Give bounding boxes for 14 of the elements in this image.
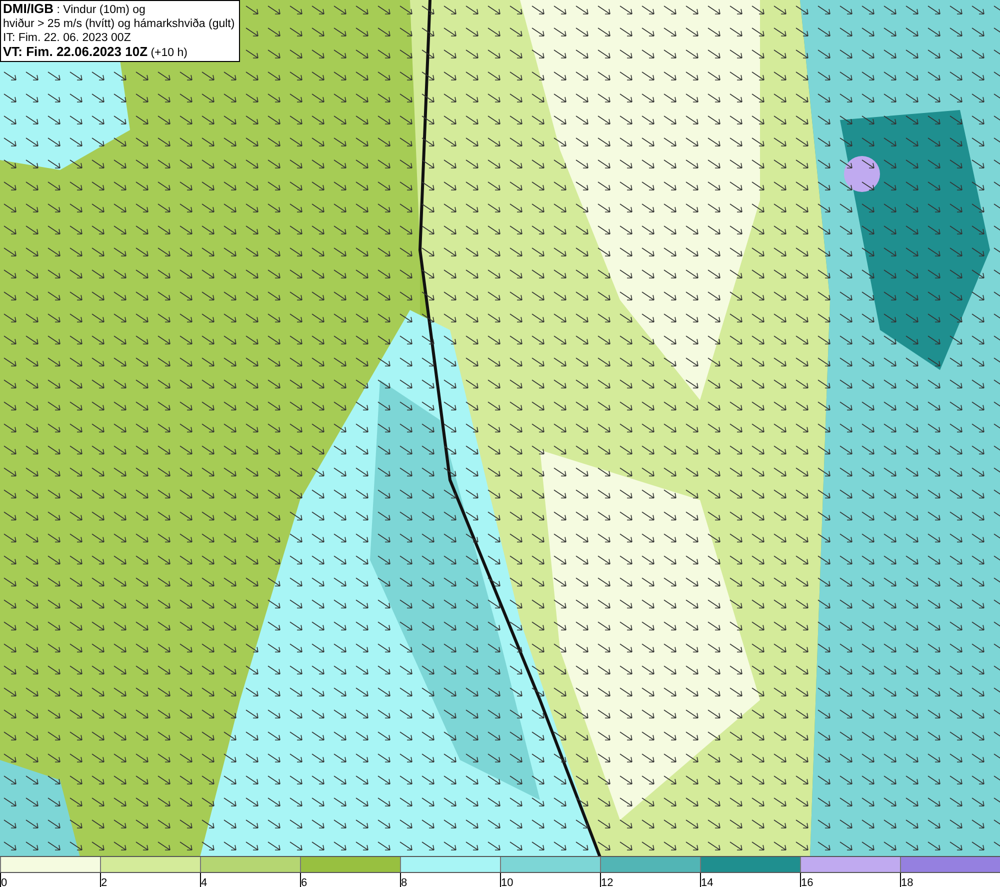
- legend-tick-label: 14: [701, 877, 714, 887]
- legend-tick-label: 10: [501, 877, 514, 887]
- title-line: VT: Fim. 22.06.2023 10Z (+10 h): [3, 45, 188, 60]
- legend-tick-label: 12: [601, 877, 614, 887]
- title-line: DMI/IGB : Vindur (10m) og: [3, 2, 146, 17]
- legend-tick-label: 4: [201, 877, 208, 887]
- legend-tick-label: 2: [101, 877, 108, 887]
- legend-tick-label: 18: [901, 877, 914, 887]
- title-line: IT: Fim. 22. 06. 2023 00Z: [3, 31, 132, 45]
- legend-tick-label: 6: [301, 877, 308, 887]
- legend-tick-label: 8: [401, 877, 408, 887]
- legend-tick-label: 0: [1, 877, 8, 887]
- legend-tick-label: 16: [801, 877, 814, 887]
- title-line: hviður > 25 m/s (hvítt) og hámarkshviða (gult): [3, 17, 235, 31]
